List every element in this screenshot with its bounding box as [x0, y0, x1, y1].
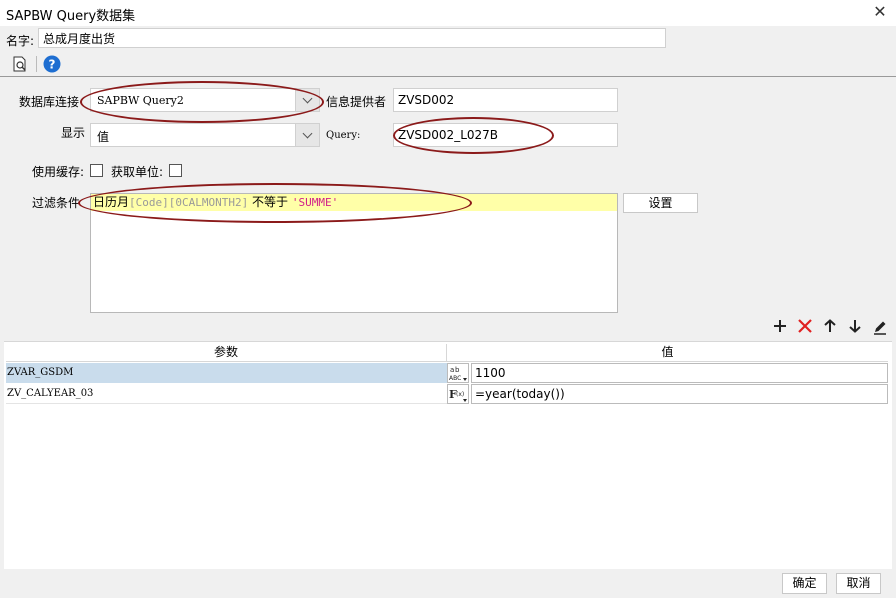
table-header: 参数 值	[6, 344, 888, 362]
filter-field-name: 日历月	[93, 195, 130, 209]
help-icon[interactable]: ?	[43, 55, 61, 73]
db-connection-select[interactable]: SAPBW Query2	[90, 88, 320, 112]
move-down-icon[interactable]	[846, 319, 864, 337]
filter-operator: 不等于	[248, 195, 292, 209]
abc-type-icon[interactable]: a b ABC	[447, 363, 469, 383]
svg-text:?: ?	[49, 58, 56, 72]
filter-value: 'SUMME'	[291, 196, 339, 209]
toolbar-separator	[0, 76, 896, 77]
svg-text:(x): (x)	[456, 391, 464, 398]
provider-input[interactable]: ZVSD002	[393, 88, 618, 112]
close-icon[interactable]: ✕	[870, 2, 890, 22]
filter-line: 日历月[Code][0CALMONTH2] 不等于 'SUMME'	[91, 194, 617, 211]
edit-icon[interactable]	[871, 319, 889, 337]
display-label: 显示	[61, 126, 86, 140]
ok-button[interactable]: 确定	[782, 573, 827, 594]
name-input[interactable]: 总成月度出货	[38, 28, 666, 48]
get-unit-checkbox[interactable]	[169, 164, 182, 177]
settings-button[interactable]: 设置	[623, 193, 698, 213]
get-unit-label: 获取单位:	[111, 165, 164, 179]
query-input[interactable]: ZVSD002_L027B	[393, 123, 618, 147]
window-title: SAPBW Query数据集	[6, 9, 136, 24]
use-cache-checkbox[interactable]	[90, 164, 103, 177]
db-connection-value: SAPBW Query2	[97, 94, 184, 107]
db-connection-label: 数据库连接	[19, 95, 80, 109]
column-header-param[interactable]: 参数	[6, 344, 447, 361]
display-select[interactable]: 值	[90, 123, 320, 147]
svg-text:b: b	[455, 366, 460, 374]
chevron-down-icon[interactable]	[295, 89, 319, 111]
toolbar-divider	[36, 56, 37, 72]
display-value: 值	[97, 130, 110, 144]
svg-text:a: a	[450, 366, 454, 374]
move-up-icon[interactable]	[821, 319, 839, 337]
value-input[interactable]: =year(today())	[471, 384, 888, 404]
svg-text:ABC: ABC	[449, 375, 461, 382]
name-label: 名字:	[6, 34, 35, 48]
table-row[interactable]: ZVAR_GSDM a b ABC 1100	[6, 363, 888, 383]
cancel-button[interactable]: 取消	[836, 573, 881, 594]
provider-label: 信息提供者	[326, 95, 387, 109]
formula-type-icon[interactable]: F (x)	[447, 384, 469, 404]
param-cell: ZVAR_GSDM	[6, 363, 447, 383]
use-cache-label: 使用缓存:	[32, 165, 85, 179]
query-label: Query:	[326, 130, 361, 141]
filter-field-code: [Code][0CALMONTH2]	[129, 196, 249, 209]
chevron-down-icon[interactable]	[295, 124, 319, 146]
param-cell: ZV_CALYEAR_03	[6, 384, 447, 404]
filter-editor[interactable]: 日历月[Code][0CALMONTH2] 不等于 'SUMME'	[90, 193, 618, 313]
delete-icon[interactable]	[796, 319, 814, 337]
value-input[interactable]: 1100	[471, 363, 888, 383]
add-icon[interactable]	[771, 319, 789, 337]
filter-label: 过滤条件	[32, 196, 81, 210]
column-header-value[interactable]: 值	[447, 344, 888, 361]
table-row[interactable]: ZV_CALYEAR_03 F (x) =year(today())	[6, 384, 888, 404]
preview-icon[interactable]	[12, 56, 28, 72]
